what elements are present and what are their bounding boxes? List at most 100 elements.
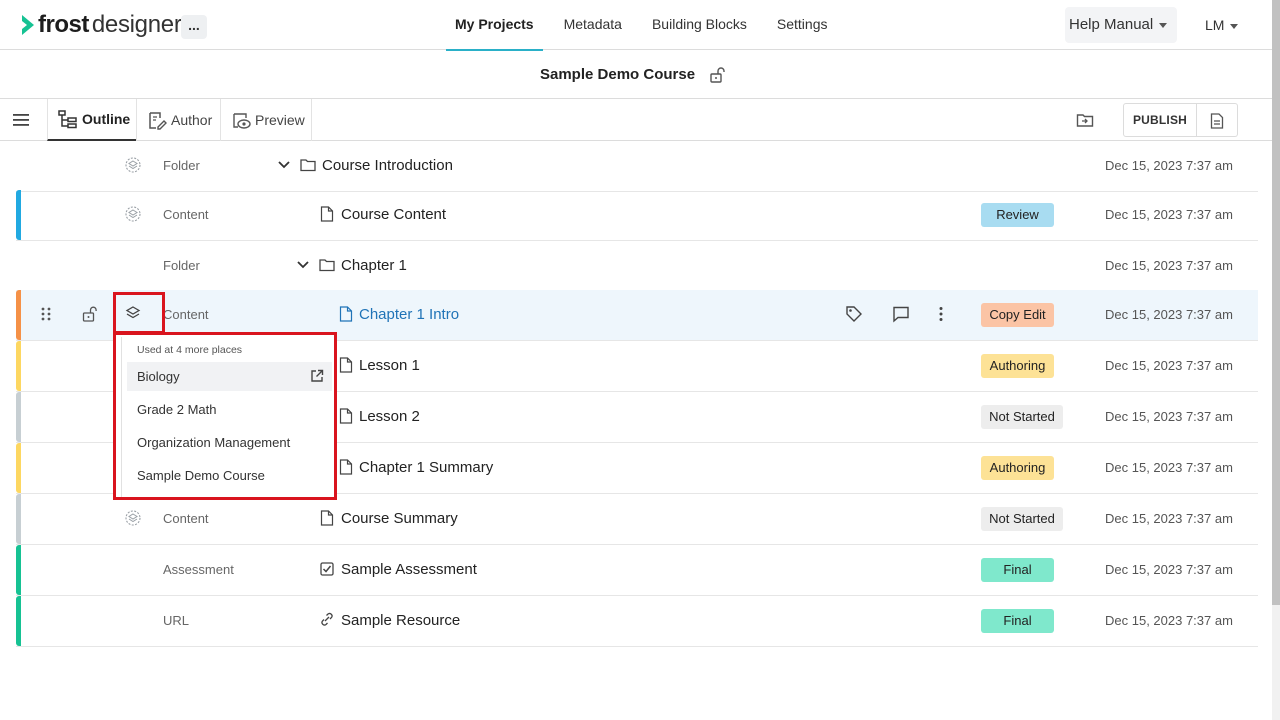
status-badge[interactable]: Authoring	[981, 456, 1054, 480]
shared-layers-icon[interactable]	[125, 206, 141, 222]
status-color-bar	[16, 545, 21, 595]
nav-my-projects[interactable]: My Projects	[446, 0, 543, 51]
row-date: Dec 15, 2023 7:37 am	[1105, 562, 1233, 577]
course-title: Sample Demo Course	[540, 66, 696, 83]
popup-heading: Used at 4 more places	[137, 344, 243, 356]
row-name[interactable]: Lesson 2	[359, 408, 420, 425]
status-badge[interactable]: Final	[981, 609, 1054, 633]
status-badge[interactable]: Not Started	[981, 405, 1063, 429]
table-row[interactable]: URL Sample Resource Final Dec 15, 2023 7…	[16, 596, 1258, 647]
row-name[interactable]: Chapter 1	[341, 257, 407, 274]
row-type: Folder	[163, 258, 200, 273]
more-options-button[interactable]: ...	[181, 15, 207, 39]
author-edit-icon	[149, 112, 167, 130]
document-report-button[interactable]	[1197, 103, 1238, 137]
status-badge[interactable]: Copy Edit	[981, 303, 1054, 327]
hamburger-menu-icon[interactable]	[12, 112, 30, 128]
row-date: Dec 15, 2023 7:37 am	[1105, 358, 1233, 373]
outline-tree-icon	[58, 110, 77, 129]
status-badge[interactable]: Review	[981, 203, 1054, 227]
table-row[interactable]: Assessment Sample Assessment Final Dec 1…	[16, 545, 1258, 596]
popup-item-biology[interactable]: Biology	[127, 362, 332, 391]
publish-button[interactable]: PUBLISH	[1123, 103, 1197, 137]
logo-text-designer: designer	[91, 11, 182, 38]
logo-chevron-icon	[22, 15, 34, 35]
tab-author-label: Author	[171, 112, 213, 128]
status-color-bar	[16, 392, 21, 442]
status-color-bar	[16, 596, 21, 646]
document-icon	[339, 459, 353, 475]
drag-handle-icon[interactable]	[40, 306, 52, 322]
document-icon	[339, 357, 353, 373]
status-badge[interactable]: Final	[981, 558, 1054, 582]
status-color-bar	[16, 190, 21, 240]
main-nav: My Projects Metadata Building Blocks Set…	[446, 0, 849, 51]
nav-building-blocks[interactable]: Building Blocks	[643, 0, 756, 50]
table-row[interactable]: Content Course Content Review Dec 15, 20…	[16, 190, 1258, 241]
row-type: URL	[163, 613, 190, 628]
row-type: Folder	[163, 158, 200, 173]
popup-item-label: Organization Management	[137, 435, 291, 450]
row-name[interactable]: Chapter 1 Summary	[359, 459, 493, 476]
row-name[interactable]: Course Content	[341, 206, 446, 223]
status-badge[interactable]: Authoring	[981, 354, 1054, 378]
tag-icon[interactable]	[845, 305, 863, 323]
caret-down-icon	[1230, 23, 1239, 29]
row-name[interactable]: Lesson 1	[359, 357, 420, 374]
tab-author[interactable]: Author	[136, 99, 220, 141]
user-menu-button[interactable]: LM	[1205, 17, 1239, 33]
preview-eye-icon	[233, 113, 251, 129]
popup-item-organization-management[interactable]: Organization Management	[127, 428, 332, 457]
document-icon	[320, 510, 334, 526]
chevron-down-icon[interactable]	[297, 260, 309, 270]
outline-toolbar: Outline Author Preview PUBLISH	[0, 99, 1272, 141]
folder-move-icon[interactable]	[1076, 111, 1094, 129]
unlock-icon[interactable]	[82, 305, 98, 323]
row-name[interactable]: Sample Resource	[341, 612, 460, 629]
popup-item-label: Grade 2 Math	[137, 402, 217, 417]
checkbox-icon	[320, 562, 334, 576]
comment-icon[interactable]	[892, 305, 910, 323]
frost-designer-logo[interactable]: frost designer	[20, 11, 182, 39]
kebab-menu-icon[interactable]	[935, 305, 947, 323]
folder-icon	[319, 259, 335, 272]
nav-settings[interactable]: Settings	[768, 0, 837, 50]
status-badge[interactable]: Not Started	[981, 507, 1063, 531]
row-date: Dec 15, 2023 7:37 am	[1105, 207, 1233, 222]
nav-metadata[interactable]: Metadata	[555, 0, 631, 50]
used-in-places-popup: Used at 4 more places Biology Grade 2 Ma…	[121, 337, 332, 497]
popup-item-label: Sample Demo Course	[137, 468, 265, 483]
table-row[interactable]: Content Course Summary Not Started Dec 1…	[16, 494, 1258, 545]
link-icon	[321, 612, 333, 626]
tab-preview[interactable]: Preview	[220, 99, 312, 141]
tab-outline-label: Outline	[82, 111, 131, 127]
tab-outline[interactable]: Outline	[47, 99, 136, 141]
document-icon	[339, 306, 353, 322]
external-link-icon[interactable]	[310, 369, 324, 383]
used-in-places-popup-highlight: Used at 4 more places Biology Grade 2 Ma…	[113, 332, 337, 500]
status-color-bar	[16, 341, 21, 391]
row-name[interactable]: Sample Assessment	[341, 561, 477, 578]
status-color-bar	[16, 290, 21, 340]
row-date: Dec 15, 2023 7:37 am	[1105, 613, 1233, 628]
help-manual-button[interactable]: Help Manual	[1065, 7, 1177, 43]
table-row[interactable]: Folder Chapter 1 Dec 15, 2023 7:37 am	[16, 241, 1258, 292]
row-type: Assessment	[163, 562, 234, 577]
row-date: Dec 15, 2023 7:37 am	[1105, 307, 1233, 322]
shared-icon-highlight	[113, 292, 165, 334]
row-name-link[interactable]: Chapter 1 Intro	[359, 306, 459, 323]
popup-item-sample-demo-course[interactable]: Sample Demo Course	[127, 461, 332, 490]
shared-layers-icon[interactable]	[125, 510, 141, 526]
shared-layers-icon[interactable]	[125, 157, 141, 173]
popup-item-grade-2-math[interactable]: Grade 2 Math	[127, 395, 332, 424]
row-date: Dec 15, 2023 7:37 am	[1105, 409, 1233, 424]
document-icon	[339, 408, 353, 424]
table-row[interactable]: Folder Course Introduction Dec 15, 2023 …	[16, 141, 1258, 192]
status-color-bar	[16, 443, 21, 493]
unlock-icon[interactable]	[709, 67, 725, 83]
user-initials: LM	[1205, 17, 1225, 33]
chevron-down-icon[interactable]	[278, 160, 290, 170]
row-name[interactable]: Course Summary	[341, 510, 458, 527]
scrollbar-thumb[interactable]	[1272, 0, 1280, 605]
row-name[interactable]: Course Introduction	[322, 157, 453, 174]
